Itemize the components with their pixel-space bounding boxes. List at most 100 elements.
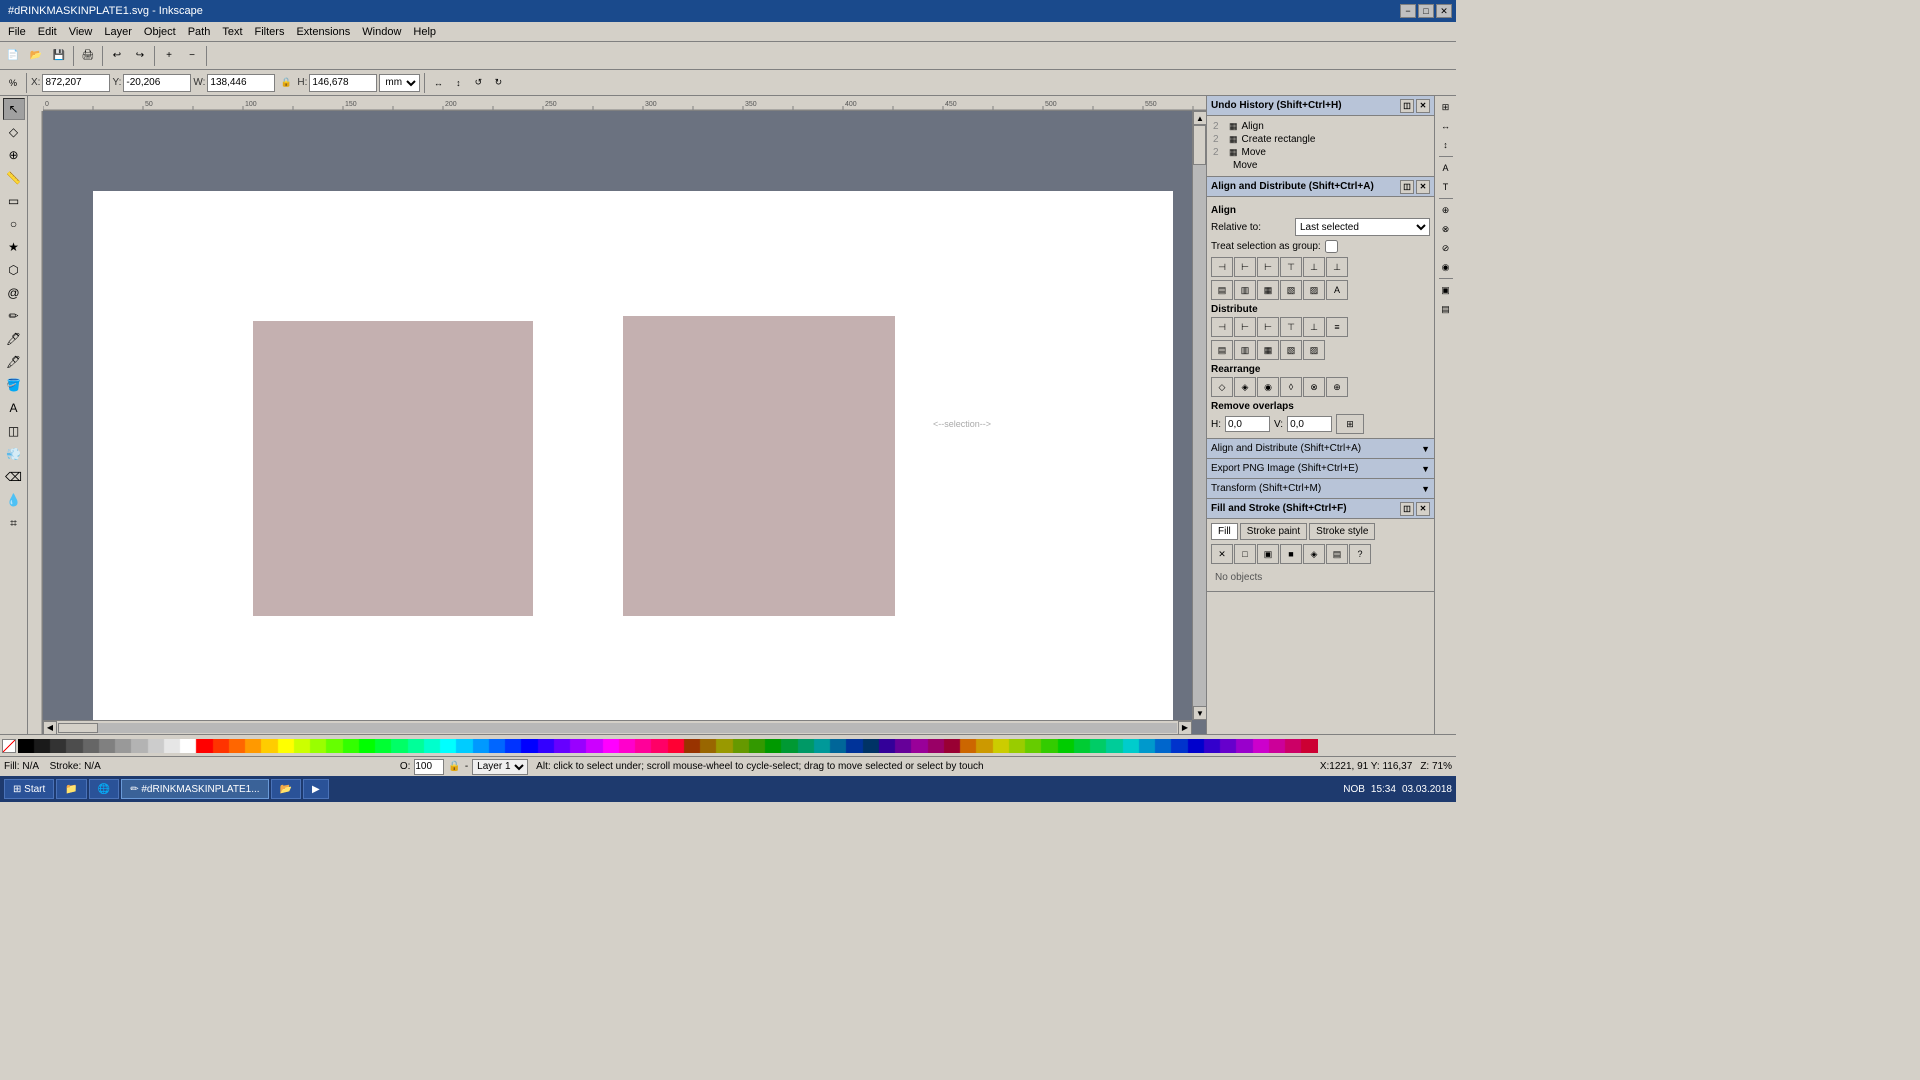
rotate-ccw-btn[interactable]: ↺	[469, 74, 487, 92]
overlap-h-input[interactable]	[1225, 416, 1270, 432]
align-left-edge-btn[interactable]: ⊣	[1211, 257, 1233, 277]
color-swatches[interactable]	[18, 739, 1318, 753]
fill-linear-btn[interactable]: ▣	[1257, 544, 1279, 564]
scroll-thumb-h[interactable]	[58, 723, 98, 733]
pencil-tool[interactable]: ✏	[3, 305, 25, 327]
save-button[interactable]: 💾	[48, 45, 70, 67]
fill-pattern-btn[interactable]: ◈	[1303, 544, 1325, 564]
align-top-edge-btn[interactable]: ⊤	[1280, 257, 1302, 277]
align-last-col-btn[interactable]: ▤	[1211, 280, 1233, 300]
dropper-tool[interactable]: 💧	[3, 489, 25, 511]
new-button[interactable]: 📄	[2, 45, 24, 67]
rearrange-btn-5[interactable]: ⊗	[1303, 377, 1325, 397]
dist-center-v-btn[interactable]: ⊢	[1234, 317, 1256, 337]
fill-swatch-btn[interactable]: ▤	[1326, 544, 1348, 564]
scroll-right-btn[interactable]: ▶	[1178, 721, 1192, 735]
fill-none-btn[interactable]: ✕	[1211, 544, 1233, 564]
lock-aspect-btn[interactable]: 🔒	[277, 74, 295, 92]
align-close-icon[interactable]: ✕	[1416, 180, 1430, 194]
far-tool-7[interactable]: ⊗	[1437, 220, 1455, 238]
zoom-in-button[interactable]: +	[158, 45, 180, 67]
rotate-cw-btn[interactable]: ↻	[489, 74, 507, 92]
menu-help[interactable]: Help	[407, 24, 442, 40]
scroll-thumb-v[interactable]	[1193, 125, 1206, 165]
stroke-style-tab[interactable]: Stroke style	[1309, 523, 1375, 540]
dist-btn-2b[interactable]: ▥	[1234, 340, 1256, 360]
undo-close-icon[interactable]: ✕	[1416, 99, 1430, 113]
minimize-button[interactable]: −	[1400, 4, 1416, 18]
align-expand-icon[interactable]: ▼	[1421, 444, 1430, 454]
measure-tool[interactable]: 📏	[3, 167, 25, 189]
fill-flat-btn[interactable]: □	[1234, 544, 1256, 564]
x-coord-input[interactable]	[42, 74, 110, 92]
scroll-left-btn[interactable]: ◀	[43, 721, 57, 735]
far-tool-6[interactable]: ⊕	[1437, 201, 1455, 219]
lock-opacity-btn[interactable]: 🔒	[448, 761, 460, 772]
rect-tool[interactable]: ▭	[3, 190, 25, 212]
treat-as-group-checkbox[interactable]	[1325, 240, 1338, 253]
taskbar-file-manager[interactable]: 📂	[271, 779, 301, 799]
redo-button[interactable]: ↪	[129, 45, 151, 67]
overlap-v-input[interactable]	[1287, 416, 1332, 432]
menu-text[interactable]: Text	[216, 24, 248, 40]
taskbar-inkscape[interactable]: ✏ #dRINKMASKINPLATE1...	[121, 779, 268, 799]
taskbar-explorer[interactable]: 📁	[56, 779, 86, 799]
maximize-button[interactable]: □	[1418, 4, 1434, 18]
far-tool-8[interactable]: ⊘	[1437, 239, 1455, 257]
dist-special-btn[interactable]: ≡	[1326, 317, 1348, 337]
snap-toggle[interactable]: %	[4, 74, 22, 92]
rearrange-btn-3[interactable]: ◉	[1257, 377, 1279, 397]
flip-h-btn[interactable]: ↔	[429, 74, 447, 92]
far-tool-4[interactable]: A	[1437, 159, 1455, 177]
y-coord-input[interactable]	[123, 74, 191, 92]
opacity-input[interactable]	[414, 759, 444, 775]
flip-v-btn[interactable]: ↕	[449, 74, 467, 92]
paint-bucket-tool[interactable]: 🪣	[3, 374, 25, 396]
undo-pin-icon[interactable]: ◫	[1400, 99, 1414, 113]
align-btn-2e[interactable]: ▨	[1303, 280, 1325, 300]
far-tool-5[interactable]: T	[1437, 178, 1455, 196]
scroll-down-btn[interactable]: ▼	[1193, 706, 1206, 720]
circle-tool[interactable]: ○	[3, 213, 25, 235]
rearrange-btn-1[interactable]: ◇	[1211, 377, 1233, 397]
dist-left-btn[interactable]: ⊣	[1211, 317, 1233, 337]
fill-tab[interactable]: Fill	[1211, 523, 1238, 540]
pen-tool[interactable]: 🖊	[3, 328, 25, 350]
zoom-out-button[interactable]: −	[181, 45, 203, 67]
dist-btn-2e[interactable]: ▨	[1303, 340, 1325, 360]
undo-history-header[interactable]: Undo History (Shift+Ctrl+H) ◫ ✕	[1207, 96, 1434, 116]
align-btn-2c[interactable]: ▦	[1257, 280, 1279, 300]
node-tool[interactable]: ◇	[3, 121, 25, 143]
undo-item[interactable]: Move	[1211, 159, 1430, 172]
menu-layer[interactable]: Layer	[98, 24, 138, 40]
star-tool[interactable]: ★	[3, 236, 25, 258]
undo-item[interactable]: 2 ▦ Create rectangle	[1211, 133, 1430, 146]
far-tool-1[interactable]: ⊞	[1437, 98, 1455, 116]
gradient-tool[interactable]: ◫	[3, 420, 25, 442]
dist-top-btn[interactable]: ⊤	[1280, 317, 1302, 337]
canvas-wrapper[interactable]: 050100150200250300350400450500550 <--sel…	[28, 96, 1206, 734]
far-tool-10[interactable]: ▣	[1437, 281, 1455, 299]
undo-item[interactable]: 2 ▦ Align	[1211, 120, 1430, 133]
transform-collapsed[interactable]: Transform (Shift+Ctrl+M) ▼	[1207, 479, 1434, 499]
menu-path[interactable]: Path	[182, 24, 217, 40]
calligraphy-tool[interactable]: 🖋	[3, 351, 25, 373]
align-left-center-btn[interactable]: ⊢	[1234, 257, 1256, 277]
fill-radial-btn[interactable]: ■	[1280, 544, 1302, 564]
align-center-h-btn[interactable]: ⊥	[1303, 257, 1325, 277]
h-coord-input[interactable]	[309, 74, 377, 92]
fill-stroke-close-icon[interactable]: ✕	[1416, 502, 1430, 516]
fill-stroke-pin-icon[interactable]: ◫	[1400, 502, 1414, 516]
export-png-collapsed[interactable]: Export PNG Image (Shift+Ctrl+E) ▼	[1207, 459, 1434, 479]
dist-btn-2d[interactable]: ▧	[1280, 340, 1302, 360]
export-expand-icon[interactable]: ▼	[1421, 464, 1430, 474]
text-tool[interactable]: A	[3, 397, 25, 419]
rearrange-btn-6[interactable]: ⊕	[1326, 377, 1348, 397]
fill-unknown-btn[interactable]: ?	[1349, 544, 1371, 564]
stroke-paint-tab[interactable]: Stroke paint	[1240, 523, 1307, 540]
dist-btn-2a[interactable]: ▤	[1211, 340, 1233, 360]
rearrange-btn-4[interactable]: ◊	[1280, 377, 1302, 397]
remove-overlaps-btn[interactable]: ⊞	[1336, 414, 1364, 434]
select-tool[interactable]: ↖	[3, 98, 25, 120]
align-distribute-header[interactable]: Align and Distribute (Shift+Ctrl+A) ◫ ✕	[1207, 177, 1434, 197]
